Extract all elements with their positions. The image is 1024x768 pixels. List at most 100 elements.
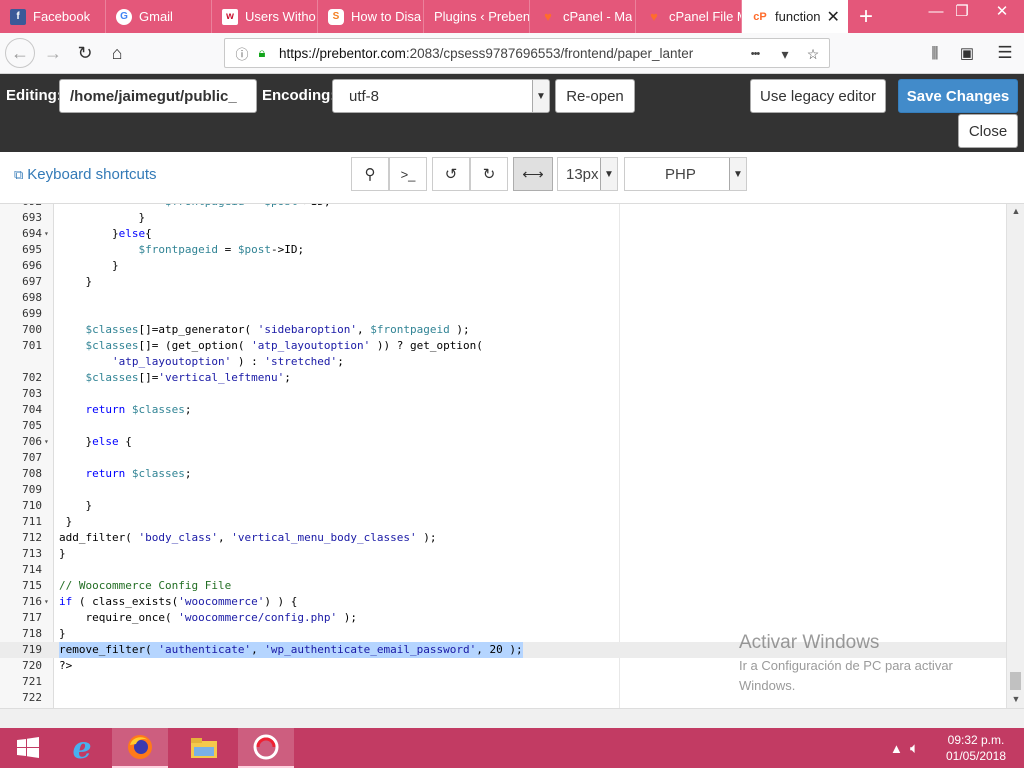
browser-nav-bar: ← → ↻ ⌂ ⓘ 🔒︎ https://prebentor.com:2083/…	[0, 33, 1024, 74]
close-tab-icon[interactable]: ✕	[827, 7, 840, 27]
code-line[interactable]: 706 ▾ }else {	[0, 434, 1006, 450]
app-button[interactable]	[238, 728, 294, 768]
start-button[interactable]	[0, 728, 56, 768]
redo-button[interactable]: ↻	[470, 157, 508, 191]
volume-icon[interactable]: 🔈︎	[910, 728, 919, 768]
code-line[interactable]: 701 $classes[]= (get_option( 'atp_layout…	[0, 338, 1006, 354]
code-line[interactable]: 714	[0, 562, 1006, 578]
library-icon[interactable]: ⫼	[920, 39, 950, 67]
code-editor[interactable]: 692 $frontpageid = $post->ID;693 }694▾ }…	[0, 204, 1024, 708]
code-line[interactable]: 707	[0, 450, 1006, 466]
page-actions-icon[interactable]: •••	[743, 42, 767, 66]
line-number: 713	[22, 547, 42, 560]
fold-toggle-icon[interactable]: ▾	[44, 434, 54, 450]
code-line[interactable]: 705	[0, 418, 1006, 434]
browser-tab-strip: f Facebook G Gmail w Users Witho S How t…	[0, 0, 1024, 33]
code-line[interactable]: 716 ▾ if ( class_exists('woocommerce') ) {	[0, 594, 1006, 610]
code-line[interactable]: 717 require_once( 'woocommerce/config.ph…	[0, 610, 1006, 626]
file-path-field[interactable]: /home/jaimegut/public_	[59, 79, 257, 113]
back-arrow-icon[interactable]: ←	[5, 38, 35, 68]
taskbar-clock[interactable]: 09:32 p.m. 01/05/2018	[934, 732, 1018, 764]
menu-hamburger-icon[interactable]: ☰	[990, 39, 1020, 67]
tray-overflow-icon[interactable]: ▲	[890, 728, 903, 768]
reopen-button[interactable]: Re-open	[555, 79, 635, 113]
keyboard-shortcuts-link[interactable]: ⧉ Keyboard shortcuts	[14, 166, 157, 183]
tab-gmail[interactable]: G Gmail	[106, 0, 212, 33]
code-line[interactable]: 710 }	[0, 498, 1006, 514]
tab-how-to-disable[interactable]: S How to Disa	[318, 0, 424, 33]
code-line[interactable]: 696 }	[0, 258, 1006, 274]
code-line[interactable]: 698	[0, 290, 1006, 306]
file-explorer-button[interactable]	[176, 728, 232, 768]
code-line[interactable]: 694 ▾ }else{	[0, 226, 1006, 242]
watermark-title: Activar Windows	[739, 632, 880, 653]
code-line[interactable]: 704 return $classes;	[0, 402, 1006, 418]
firefox-button[interactable]	[112, 728, 168, 768]
code-line[interactable]: 699	[0, 306, 1006, 322]
code-text: }else {	[59, 435, 132, 448]
code-line[interactable]: 703	[0, 386, 1006, 402]
scroll-down-icon[interactable]: ▼	[1007, 694, 1024, 704]
windows-activation-watermark: Activar Windows Ir a Configuración de PC…	[739, 632, 999, 696]
home-icon[interactable]: ⌂	[102, 39, 132, 67]
tab-plugins[interactable]: Plugins ‹ Preben	[424, 0, 530, 33]
vertical-scrollbar[interactable]: ▲ ▼	[1006, 204, 1024, 708]
code-line[interactable]: 715 // Woocommerce Config File	[0, 578, 1006, 594]
clock-date: 01/05/2018	[945, 749, 1007, 763]
code-line[interactable]: 713}	[0, 546, 1006, 562]
tab-facebook[interactable]: f Facebook	[0, 0, 106, 33]
code-line[interactable]: 712 add_filter( 'body_class', 'vertical_m…	[0, 530, 1006, 546]
line-number: 714	[22, 563, 42, 576]
new-tab-button[interactable]: +	[851, 0, 881, 33]
code-line[interactable]: 711 }	[0, 514, 1006, 530]
tab-users-without[interactable]: w Users Witho	[212, 0, 318, 33]
code-line[interactable]: 697 }	[0, 274, 1006, 290]
reload-icon[interactable]: ↻	[70, 39, 100, 67]
code-line[interactable]: 'atp_layoutoption' ) : 'stretched';	[0, 354, 1006, 370]
code-line[interactable]: 709	[0, 482, 1006, 498]
url-text[interactable]: https://prebentor.com:2083/cpsess9787696…	[279, 46, 731, 61]
undo-button[interactable]: ↺	[432, 157, 470, 191]
code-line[interactable]: 693 }	[0, 210, 1006, 226]
screen: f Facebook G Gmail w Users Witho S How t…	[0, 0, 1024, 768]
tab-function-active[interactable]: cP function ✕	[742, 0, 848, 33]
scroll-up-icon[interactable]: ▲	[1007, 206, 1024, 216]
close-window-button[interactable]: ✕	[985, 0, 1019, 22]
encoding-label: Encoding:	[262, 87, 336, 104]
tab-cpanel-file-manager[interactable]: ♥ cPanel File M	[636, 0, 742, 33]
code-line[interactable]: 702 $classes[]='vertical_leftmenu';	[0, 370, 1006, 386]
code-line[interactable]: 700 $classes[]=atp_generator( 'sidebarop…	[0, 322, 1006, 338]
code-lines[interactable]: 692 $frontpageid = $post->ID;693 }694▾ }…	[0, 204, 1006, 706]
search-button[interactable]: ⚲	[351, 157, 389, 191]
editing-label: Editing:	[6, 87, 62, 104]
goto-line-button[interactable]: >_	[389, 157, 427, 191]
language-mode-select[interactable]: PHP ▼	[624, 157, 747, 191]
sidebar-icon[interactable]: ▣	[952, 39, 982, 67]
info-icon[interactable]: ⓘ	[231, 44, 253, 63]
code-text: }	[59, 275, 93, 288]
encoding-select[interactable]: utf-8 ▼	[332, 79, 550, 113]
code-text: }	[59, 627, 66, 640]
save-changes-button[interactable]: Save Changes	[898, 79, 1018, 113]
code-text: }	[59, 259, 119, 272]
fold-toggle-icon[interactable]: ▾	[44, 226, 54, 242]
forward-arrow-icon[interactable]: →	[38, 39, 68, 67]
close-button[interactable]: Close	[958, 114, 1018, 148]
code-line[interactable]: 695 $frontpageid = $post->ID;	[0, 242, 1006, 258]
use-legacy-editor-button[interactable]: Use legacy editor	[750, 79, 886, 113]
fold-toggle-icon[interactable]: ▾	[44, 594, 54, 610]
restore-window-button[interactable]: ❐	[945, 0, 979, 22]
code-line[interactable]: 708 return $classes;	[0, 466, 1006, 482]
line-number: 722	[22, 691, 42, 704]
tab-cpanel-main[interactable]: ♥ cPanel - Ma	[530, 0, 636, 33]
code-text: remove_filter( 'authenticate', 'wp_authe…	[59, 642, 523, 658]
bookmark-star-icon[interactable]: ☆	[801, 42, 825, 66]
windows-taskbar: e ▲ 🔈︎ 09:32 p.m. 01/05/2018	[0, 728, 1024, 768]
word-wrap-toggle[interactable]: ⟷	[513, 157, 553, 191]
font-size-select[interactable]: 13px ▼	[557, 157, 618, 191]
pocket-icon[interactable]: ▾	[773, 42, 797, 66]
address-bar[interactable]: ⓘ 🔒︎ https://prebentor.com:2083/cpsess97…	[224, 38, 830, 68]
scrollbar-thumb[interactable]	[1010, 672, 1021, 690]
facebook-icon: f	[10, 8, 26, 25]
internet-explorer-button[interactable]: e	[54, 728, 110, 768]
